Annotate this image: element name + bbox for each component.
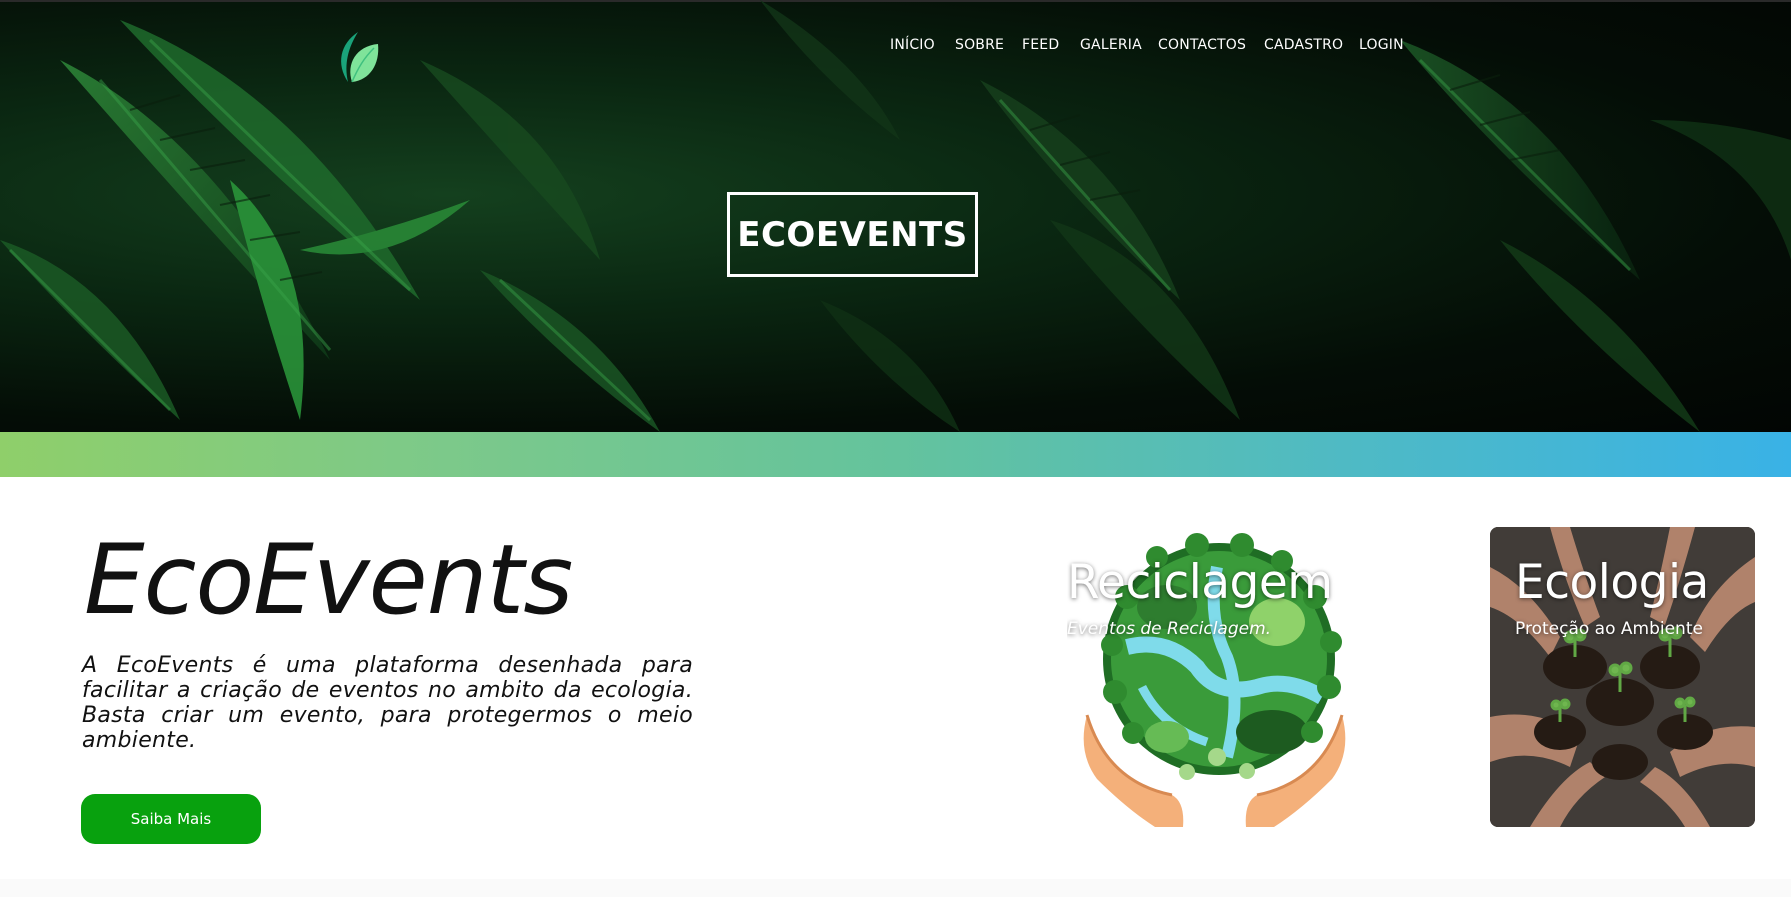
card-title: Ecologia — [1515, 555, 1709, 610]
nav-link-inicio[interactable]: INÍCIO — [890, 37, 935, 53]
page-title: EcoEvents — [84, 524, 573, 636]
card-reciclagem[interactable]: Reciclagem Eventos de Reciclagem. — [1067, 527, 1357, 827]
section-bottom-edge — [0, 879, 1791, 897]
main-navigation: INÍCIO SOBRE FEED GALERIA CONTACTOS CADA… — [0, 37, 1791, 57]
brand-title: ECOEVENTS — [737, 214, 968, 255]
nav-link-login[interactable]: LOGIN — [1359, 37, 1404, 53]
brand-box: ECOEVENTS — [727, 192, 978, 277]
intro-description: A EcoEvents é uma plataforma desenhada p… — [82, 653, 693, 753]
nav-link-contactos[interactable]: CONTACTOS — [1158, 37, 1246, 53]
card-subtitle: Eventos de Reciclagem. — [1067, 619, 1272, 639]
nav-link-cadastro[interactable]: CADASTRO — [1264, 37, 1343, 53]
nav-link-feed[interactable]: FEED — [1022, 37, 1059, 53]
intro-section: EcoEvents A EcoEvents é uma plataforma d… — [0, 477, 1791, 897]
hero-banner: INÍCIO SOBRE FEED GALERIA CONTACTOS CADA… — [0, 0, 1791, 432]
gradient-divider — [0, 432, 1791, 477]
nav-link-sobre[interactable]: SOBRE — [955, 37, 1004, 53]
card-subtitle: Proteção ao Ambiente — [1515, 619, 1703, 639]
saiba-mais-button[interactable]: Saiba Mais — [81, 794, 261, 844]
card-ecologia[interactable]: Ecologia Proteção ao Ambiente — [1490, 527, 1755, 827]
card-title: Reciclagem — [1067, 555, 1333, 610]
nav-link-galeria[interactable]: GALERIA — [1080, 37, 1142, 53]
